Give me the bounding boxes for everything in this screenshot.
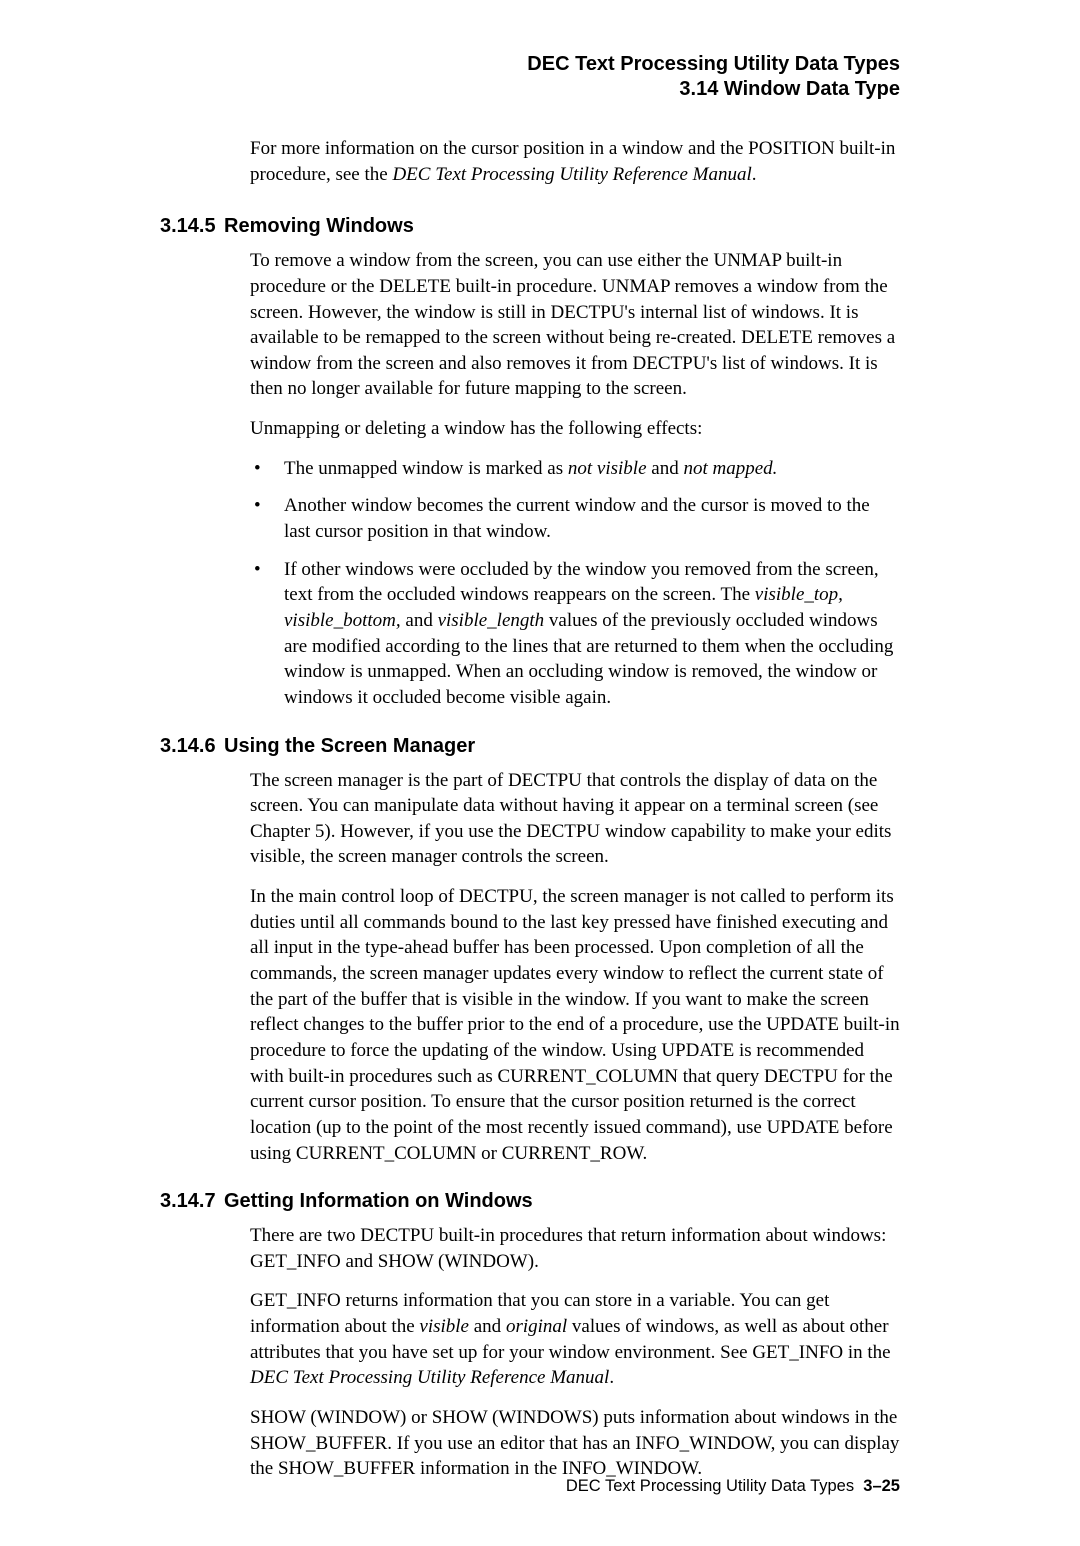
section-number: 3.14.5 [160, 215, 224, 238]
page-header: DEC Text Processing Utility Data Types 3… [160, 52, 900, 102]
footer-label: DEC Text Processing Utility Data Types [566, 1477, 854, 1495]
bullet-item: The unmapped window is marked as not vis… [250, 456, 900, 482]
s3-p1: There are two DECTPU built-in procedures… [250, 1223, 900, 1274]
s3-p2: GET_INFO returns information that you ca… [250, 1288, 900, 1391]
s2-p1: The screen manager is the part of DECTPU… [250, 768, 900, 871]
s1-bullets: The unmapped window is marked as not vis… [250, 456, 900, 711]
bullet-em: visible_length [438, 610, 545, 631]
s1-p2: Unmapping or deleting a window has the f… [250, 416, 900, 442]
bullet-item: Another window becomes the current windo… [250, 493, 900, 544]
s2-p2: In the main control loop of DECTPU, the … [250, 884, 900, 1166]
section-heading-info-windows: 3.14.7Getting Information on Windows [160, 1190, 900, 1213]
p2-mid1: and [469, 1316, 506, 1337]
intro-text-b: . [752, 164, 757, 185]
intro-em: DEC Text Processing Utility Reference Ma… [392, 164, 751, 185]
s3-p3: SHOW (WINDOW) or SHOW (WINDOWS) puts inf… [250, 1405, 900, 1482]
bullet-text-mid: and [401, 610, 438, 631]
bullet-item: If other windows were occluded by the wi… [250, 557, 900, 711]
header-line-1: DEC Text Processing Utility Data Types [160, 52, 900, 77]
section-number: 3.14.6 [160, 735, 224, 758]
bullet-em: not mapped. [683, 458, 777, 479]
p2-text-b: . [609, 1367, 614, 1388]
footer-page-number: 3–25 [863, 1477, 900, 1495]
bullet-text-a: The unmapped window is marked as [284, 458, 568, 479]
page-footer: DEC Text Processing Utility Data Types 3… [566, 1477, 900, 1496]
header-line-2: 3.14 Window Data Type [160, 77, 900, 102]
p2-em1: visible [419, 1316, 469, 1337]
section-number: 3.14.7 [160, 1190, 224, 1213]
intro-paragraph: For more information on the cursor posit… [250, 136, 900, 187]
section-title: Getting Information on Windows [224, 1190, 533, 1212]
section-title: Removing Windows [224, 215, 414, 237]
p2-em2: original [506, 1316, 567, 1337]
section-heading-removing-windows: 3.14.5Removing Windows [160, 215, 900, 238]
section-heading-screen-manager: 3.14.6Using the Screen Manager [160, 735, 900, 758]
s1-p1: To remove a window from the screen, you … [250, 248, 900, 402]
page: DEC Text Processing Utility Data Types 3… [0, 0, 1080, 1546]
bullet-em: not visible [568, 458, 647, 479]
bullet-text-mid: and [647, 458, 684, 479]
p2-em3: DEC Text Processing Utility Reference Ma… [250, 1367, 609, 1388]
section-title: Using the Screen Manager [224, 735, 475, 757]
